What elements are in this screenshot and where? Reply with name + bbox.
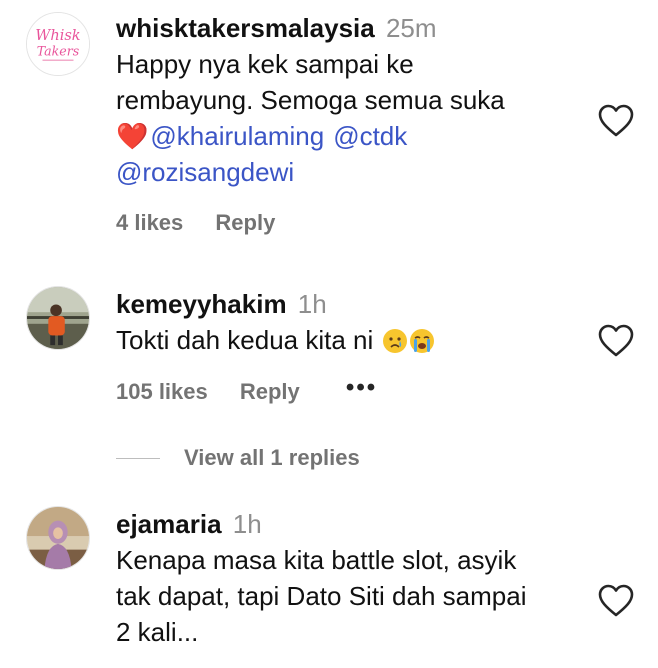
comment-body: ejamaria 1h Kenapa masa kita battle slot… (116, 506, 586, 650)
logo-text-whisk: Whisk (35, 28, 80, 44)
divider-line (116, 457, 160, 459)
logo-text-takers: Takers (37, 44, 80, 59)
mention-link[interactable]: @rozisangdewi (116, 157, 294, 187)
like-heart-icon[interactable] (598, 584, 634, 618)
timestamp: 1h (297, 289, 327, 319)
like-heart-icon[interactable] (598, 104, 634, 138)
comment-line: Happy nya kek sampai ke (116, 49, 414, 79)
mention-link[interactable]: @ctdk (333, 121, 407, 151)
username[interactable]: kemeyyhakim (116, 289, 287, 319)
avatar[interactable] (26, 506, 90, 570)
comment-line: 2 kali... (116, 617, 199, 647)
more-options-icon[interactable]: ••• (346, 374, 377, 402)
comment-line: tak dapat, tapi Dato Siti dah sampai (116, 581, 527, 611)
username[interactable]: whisktakersmalaysia (116, 13, 375, 43)
reply-button[interactable]: Reply (215, 210, 275, 236)
view-replies-label: View all 1 replies (184, 445, 360, 470)
like-heart-icon[interactable] (598, 324, 634, 358)
comment-body: kemeyyhakim 1h Tokti dah kedua kita ni (116, 286, 586, 358)
timestamp: 25m (385, 13, 437, 43)
red-heart-emoji-icon: ❤️ (116, 121, 149, 151)
reply-button[interactable]: Reply (240, 379, 300, 405)
comment-text: whisktakersmalaysia 25m Happy nya kek sa… (116, 10, 586, 190)
whisktakers-logo: Whisk Takers (27, 13, 89, 75)
likes-count[interactable]: 105 likes (116, 379, 208, 405)
comment-body: whisktakersmalaysia 25m Happy nya kek sa… (116, 10, 586, 190)
loudly-crying-face-emoji-icon (409, 329, 434, 353)
crying-face-emoji-icon (382, 329, 407, 353)
avatar[interactable] (26, 286, 90, 350)
comment-actions: 4 likes Reply (116, 210, 315, 236)
comment-text: kemeyyhakim 1h Tokti dah kedua kita ni (116, 286, 586, 358)
comment-text: ejamaria 1h Kenapa masa kita battle slot… (116, 506, 586, 650)
view-replies-button[interactable]: View all 1 replies (116, 440, 360, 476)
timestamp: 1h (232, 509, 262, 539)
comment-actions: 105 likes Reply ••• (116, 374, 377, 406)
profile-photo (27, 287, 89, 349)
mention-link[interactable]: @khairulaming (150, 121, 324, 151)
username[interactable]: ejamaria (116, 509, 222, 539)
avatar[interactable]: Whisk Takers (26, 12, 90, 76)
comment-whisktakersmalaysia: Whisk Takers whisktakersmalaysia 25m Hap… (0, 0, 658, 250)
profile-photo (27, 507, 89, 569)
comment-ejamaria: ejamaria 1h Kenapa masa kita battle slot… (0, 500, 658, 668)
likes-count[interactable]: 4 likes (116, 210, 183, 236)
comment-line: Tokti dah kedua kita ni (116, 325, 374, 355)
comment-line: rembayung. Semoga semua suka (116, 85, 505, 115)
comment-line: Kenapa masa kita battle slot, asyik (116, 545, 517, 575)
